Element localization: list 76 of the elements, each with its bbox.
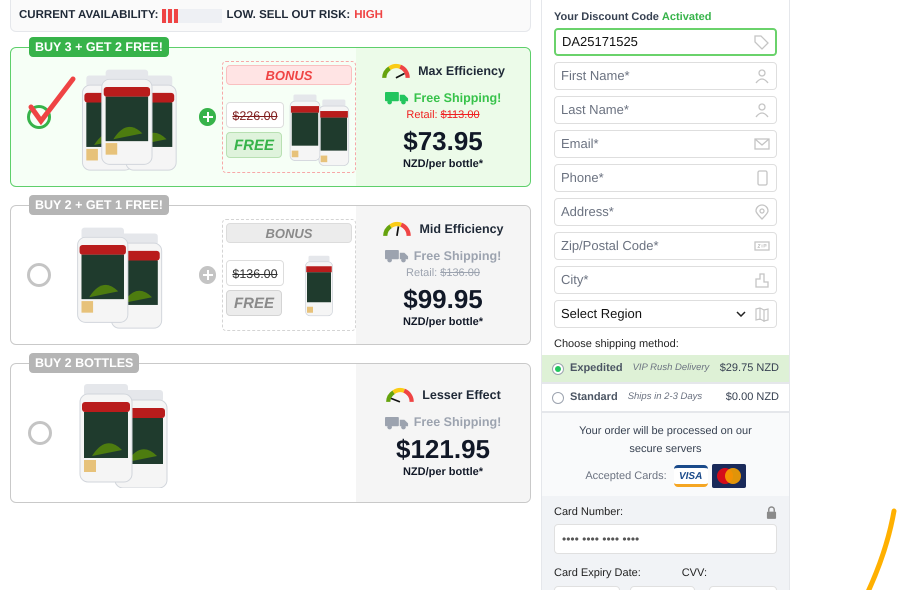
shipping-name: Standard [570, 390, 618, 406]
person-icon [754, 68, 770, 84]
discount-code: DA25171525 [562, 32, 638, 51]
input-field[interactable]: Last Name* [554, 96, 777, 124]
retail-price: $136.00 [440, 266, 480, 282]
input-field[interactable]: Phone* [554, 164, 777, 192]
radio-button[interactable] [27, 263, 52, 287]
secure-text: Your order will be processed on our secure servers [578, 424, 753, 457]
visa-logo: VISA [674, 465, 708, 487]
availability-label: CURRENT AVAILABILITY: [19, 8, 158, 23]
shipping-label: Free Shipping! [414, 248, 502, 265]
shipping-name: Expedited [570, 361, 623, 376]
radio-button[interactable] [552, 392, 564, 404]
shipping-label: Free Shipping! [414, 90, 502, 107]
discount-status: Activated [662, 10, 712, 25]
price-unit: NZD/per bottle* [402, 464, 484, 480]
bonus-label: BONUS [226, 223, 352, 243]
offer-tag: BUY 3 + GET 2 FREE! [29, 37, 169, 57]
plus-icon [198, 108, 216, 126]
discount-label: Your Discount Code [554, 10, 659, 25]
tag-icon [753, 34, 769, 50]
retail-label: Retail: [406, 266, 438, 282]
truck-icon [384, 90, 409, 106]
map-icon [754, 306, 770, 322]
efficiency-label: Max Efficiency [418, 62, 505, 80]
expiry-label: Card Expiry Date: [554, 566, 641, 580]
plus-icon [198, 266, 216, 284]
efficiency-label: Mid Efficiency [419, 220, 504, 238]
mail-icon [754, 136, 770, 152]
shipping-option[interactable]: Expedited VIP Rush Delivery $29.75 NZD [542, 355, 789, 384]
truck-icon [384, 248, 409, 264]
input-field[interactable]: City* [554, 266, 777, 294]
old-price: $226.00 [226, 102, 284, 128]
person-icon [754, 102, 770, 118]
old-price: $136.00 [226, 260, 284, 286]
radio-button[interactable] [552, 362, 564, 374]
offer-tag: BUY 2 + GET 1 FREE! [29, 195, 169, 215]
shipping-label: Free Shipping! [414, 414, 502, 431]
chevron-down-icon [736, 310, 746, 316]
radio-button[interactable] [27, 105, 52, 129]
retail-label: Retail: [406, 108, 438, 124]
cvv-label: CVV: [682, 566, 707, 580]
efficiency-label: Lesser Effect [422, 387, 501, 404]
shipping-note: VIP Rush Delivery [632, 361, 711, 376]
price-unit: NZD/per bottle* [402, 156, 484, 172]
bonus-label: BONUS [226, 65, 352, 85]
accepted-cards-label: Accepted Cards: [585, 468, 667, 484]
card-logo-icon [712, 464, 746, 488]
input-field[interactable]: Email* [554, 130, 777, 158]
shipping-price: $0.00 NZD [726, 390, 779, 406]
risk-label: LOW. SELL OUT RISK: [226, 8, 350, 23]
checkmark-icon [27, 75, 77, 125]
price: $121.95 [396, 434, 490, 464]
offer-tag: BUY 2 BOTTLES [29, 353, 140, 373]
shipping-price: $29.75 NZD [720, 361, 779, 376]
input-field[interactable]: First Name* [554, 62, 777, 90]
radio-button[interactable] [28, 421, 52, 445]
price: $99.95 [403, 284, 483, 314]
free-label: FREE [226, 132, 282, 158]
region-select[interactable]: Select Region [554, 300, 777, 328]
truck-icon [384, 414, 409, 430]
building-icon [754, 272, 770, 288]
price-unit: NZD/per bottle* [402, 314, 484, 330]
card-number-label: Card Number: [554, 505, 624, 520]
input-field[interactable]: Zip/Postal Code* [554, 232, 777, 260]
card-number-field[interactable]: •••• •••• •••• •••• [554, 524, 777, 554]
location-pin-icon [754, 204, 770, 220]
risk-value: HIGH [354, 8, 383, 23]
discount-code-field[interactable]: DA25171525 [554, 28, 777, 56]
price: $73.95 [403, 126, 483, 156]
input-field[interactable]: Address* [554, 198, 777, 226]
shipping-note: Ships in 2-3 Days [628, 390, 704, 404]
retail-price: $113.00 [440, 108, 480, 124]
lock-icon [766, 506, 777, 519]
shipping-method-label: Choose shipping method: [554, 336, 680, 352]
free-label: FREE [226, 290, 282, 316]
